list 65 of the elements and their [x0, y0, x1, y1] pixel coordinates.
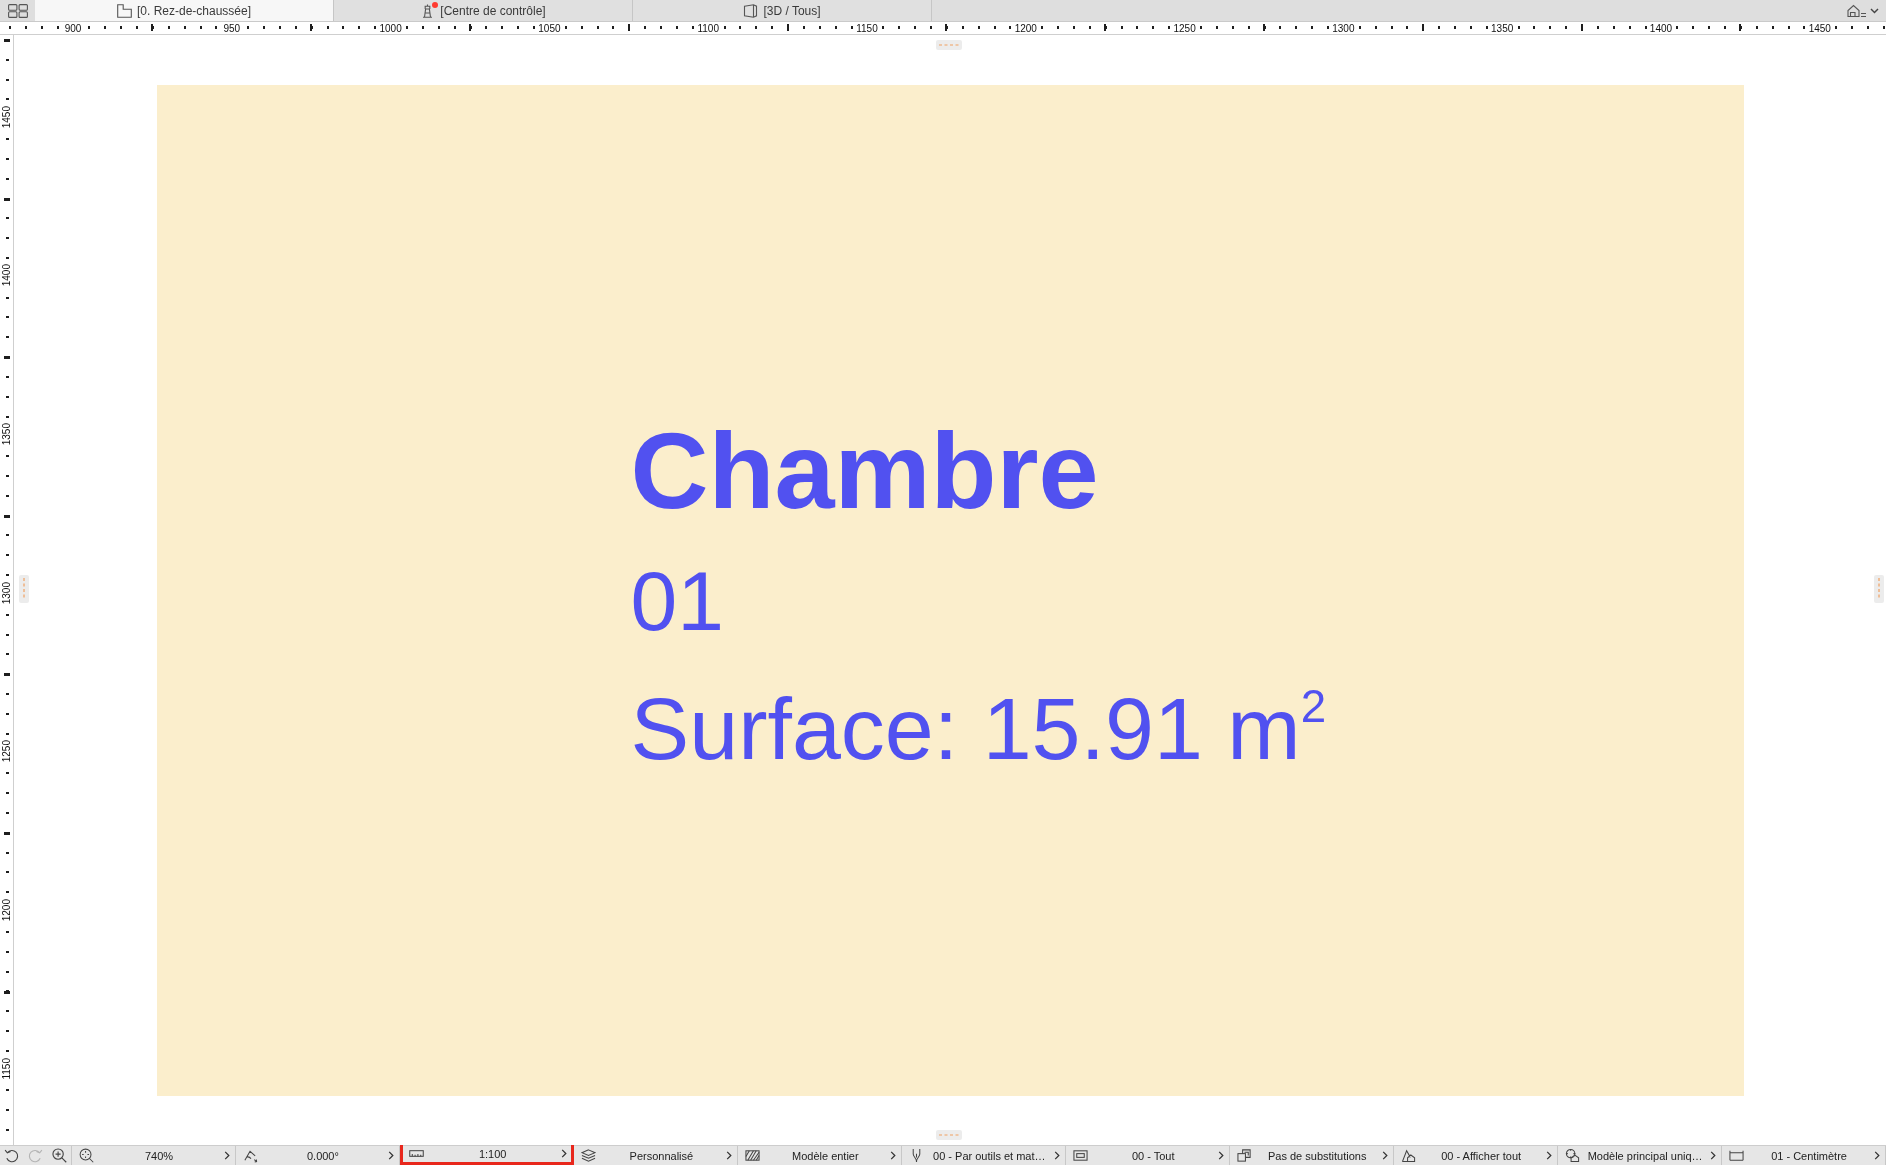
status-popup-button[interactable]: 01 - Centimètre — [1722, 1146, 1886, 1165]
chevron-right-icon — [223, 1151, 230, 1160]
status-popup-button[interactable]: 00 - Tout — [1066, 1146, 1231, 1165]
split-handle-icon[interactable] — [936, 1130, 962, 1140]
chevron-right-icon — [1218, 1151, 1225, 1160]
magnifier-icon — [79, 1148, 94, 1163]
ruler-label: 1450 — [1, 104, 12, 130]
frame-icon — [1073, 1148, 1089, 1163]
ruler-label: 1400 — [1, 263, 12, 288]
chevron-right-icon — [1546, 1151, 1553, 1160]
house-gear-icon — [1565, 1148, 1581, 1163]
chevron-right-icon — [1874, 1151, 1881, 1160]
status-popup-button[interactable]: 00 - Afficher tout — [1394, 1146, 1559, 1165]
ruler-label: 1450 — [1807, 22, 1832, 34]
dimension-icon — [1729, 1148, 1745, 1163]
ruler-label: 1350 — [1, 422, 12, 447]
split-handle-icon[interactable] — [936, 40, 962, 50]
ruler-label: 1400 — [1648, 22, 1674, 34]
undo-icon[interactable] — [4, 1148, 19, 1163]
room-number: 01 — [630, 552, 724, 650]
status-popup-button[interactable]: 0.000° — [235, 1146, 400, 1165]
status-popup-button[interactable]: Modèle entier — [738, 1146, 903, 1165]
overlap-icon — [1237, 1148, 1253, 1163]
ruler-label: 1300 — [1331, 22, 1356, 34]
ruler-label: 950 — [222, 22, 242, 34]
status-popup-button[interactable]: 00 - Par outils et mat… — [902, 1146, 1067, 1165]
house-list-icon[interactable] — [1847, 3, 1867, 18]
tab[interactable]: [0. Rez-de-chaussée] — [35, 0, 334, 21]
layers-icon — [581, 1148, 597, 1163]
ruler-label: 1300 — [1, 580, 12, 605]
ruler-label: 1200 — [1, 897, 12, 923]
chevron-right-icon — [726, 1151, 733, 1160]
ruler-label: 1000 — [378, 22, 403, 34]
hatched-frame-icon — [745, 1148, 761, 1163]
ruler-label: 900 — [63, 22, 83, 34]
ruler-label: 1250 — [1172, 22, 1197, 34]
ruler-label: 1050 — [537, 22, 562, 34]
rotate-icon — [242, 1148, 258, 1163]
grid-icon[interactable] — [7, 3, 28, 18]
status-popup-button[interactable]: Modèle principal uniq… — [1558, 1146, 1723, 1165]
room-name: Chambre — [630, 408, 1099, 533]
room-area: Surface: 15.91 m$^{2}$ — [630, 664, 1327, 792]
chevron-right-icon — [387, 1151, 394, 1160]
floor-plan-icon — [116, 3, 132, 18]
chevron-right-icon — [1710, 1151, 1717, 1160]
ruler-label: 1200 — [1013, 22, 1038, 34]
split-handle-icon[interactable] — [1874, 575, 1884, 603]
chevron-right-icon — [890, 1151, 897, 1160]
chevron-right-icon — [561, 1149, 568, 1158]
status-popup-button[interactable]: 1:100 — [399, 1142, 575, 1165]
ruler-label: 1150 — [1, 1056, 12, 1081]
cube-icon — [743, 3, 759, 18]
chevron-right-icon — [1054, 1151, 1061, 1160]
ruler-label: 1250 — [1, 739, 12, 764]
status-popup-button[interactable]: 740% — [72, 1146, 236, 1165]
status-popup-button[interactable]: Personnalisé — [574, 1146, 739, 1165]
chevron-down-icon[interactable] — [1870, 7, 1879, 14]
ruler-label: 1150 — [855, 22, 879, 34]
ruler-label: 1350 — [1490, 22, 1515, 34]
split-handle-icon[interactable] — [19, 575, 29, 603]
ruler-label: 1100 — [696, 22, 720, 34]
status-popup-button[interactable]: Pas de substitutions — [1230, 1146, 1395, 1165]
chevron-right-icon — [1382, 1151, 1389, 1160]
zoom-in-icon[interactable] — [52, 1148, 67, 1163]
house-icon — [1401, 1148, 1417, 1163]
